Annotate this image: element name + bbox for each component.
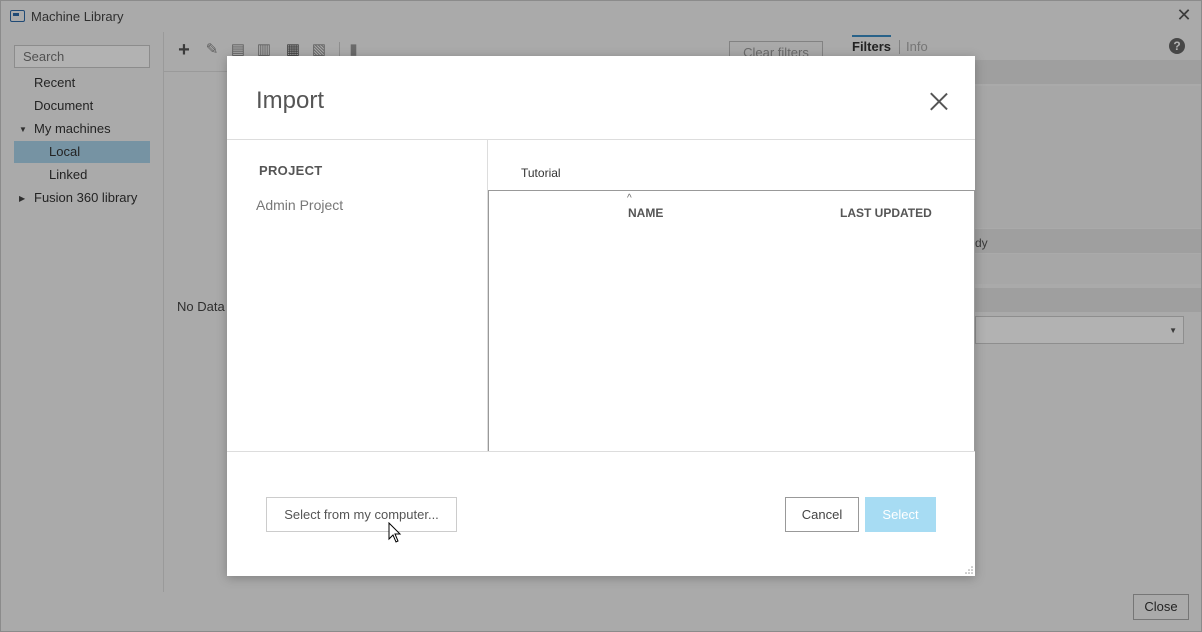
divider [227,139,975,140]
cancel-button[interactable]: Cancel [785,497,859,532]
divider [227,451,975,452]
column-header-last-updated[interactable]: LAST UPDATED [840,206,932,220]
resize-grip-icon[interactable] [965,566,973,574]
sort-ascending-icon: ^ [627,193,632,204]
project-item[interactable]: Admin Project [256,197,343,213]
tab-tutorial[interactable]: Tutorial [521,166,561,180]
mouse-pointer-icon [388,522,402,543]
dialog-close-icon[interactable] [929,92,949,112]
select-from-computer-button[interactable]: Select from my computer... [266,497,457,532]
file-list[interactable]: ^ NAME LAST UPDATED [488,190,975,452]
import-dialog: Import PROJECT Admin Project Tutorial ^ … [227,56,975,576]
column-header-name[interactable]: NAME [628,206,663,220]
project-column-header: PROJECT [259,163,323,178]
dialog-title: Import [256,87,325,114]
select-button[interactable]: Select [865,497,936,532]
